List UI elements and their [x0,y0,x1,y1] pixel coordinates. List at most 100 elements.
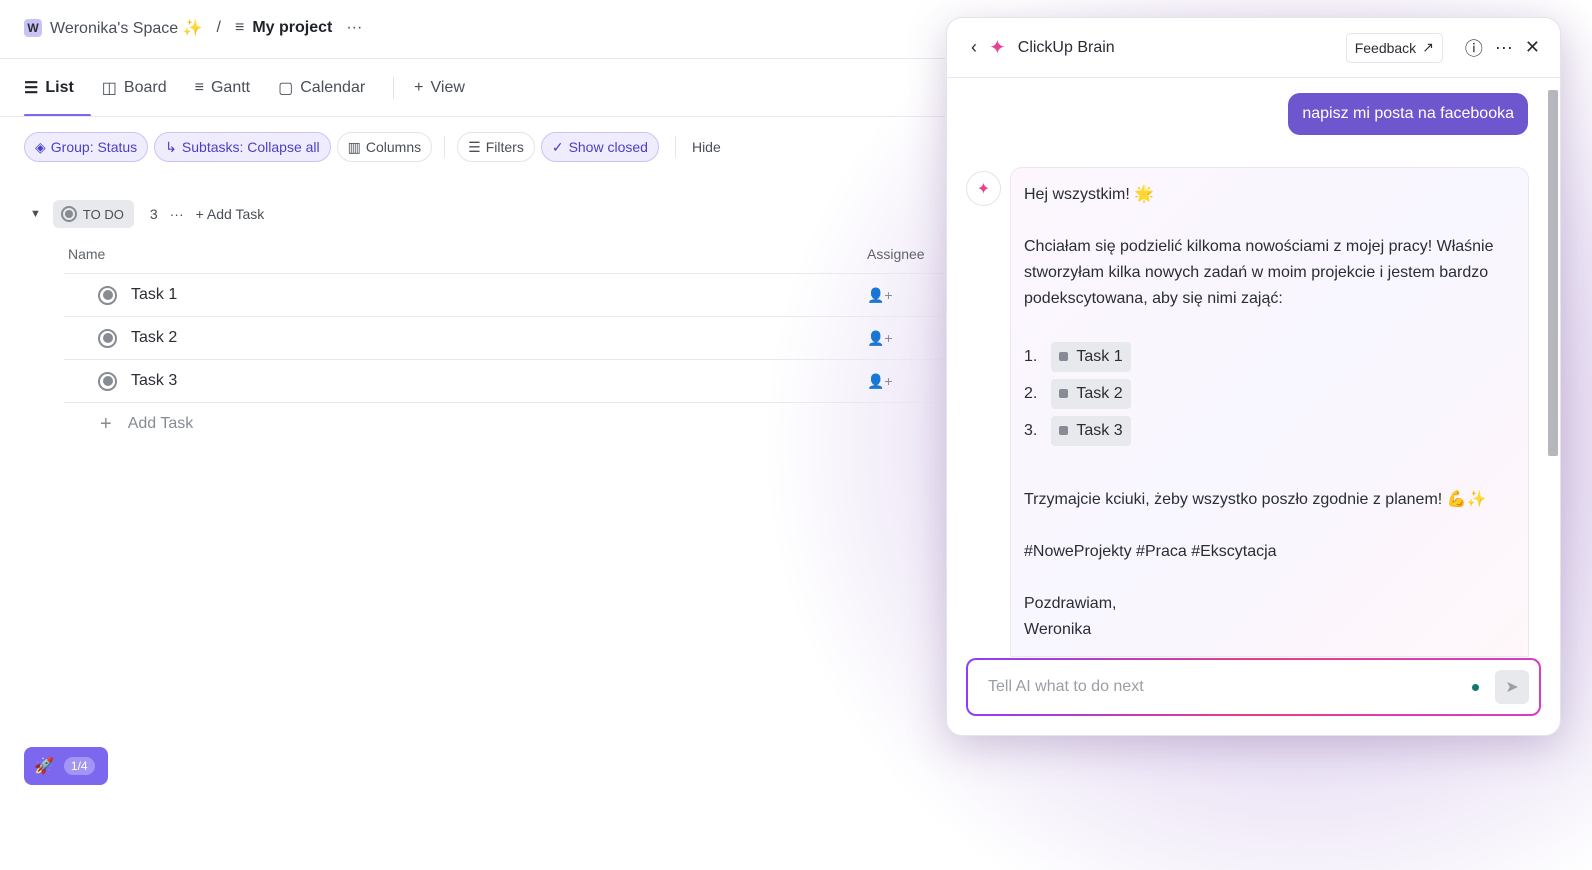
tab-calendar[interactable]: ▢ Calendar [278,74,365,102]
list-item: 2. Task 2 [1024,375,1515,412]
more-icon[interactable]: ··· [1495,37,1513,58]
plus-icon: + [414,79,424,96]
task-chip[interactable]: Task 1 [1051,341,1131,372]
board-icon: ◫ [101,80,117,97]
onboarding-progress: 1/4 [63,757,95,775]
brain-sparkle-icon: ✦ [976,180,991,198]
table-row[interactable]: Task 3 👤+ [64,359,945,402]
divider [444,136,446,158]
info-icon[interactable]: ⓘ [1465,35,1483,61]
view-tabs: ☰ List ◫ Board ≡ Gantt ▢ Calendar + View [24,74,465,102]
breadcrumb-project[interactable]: My project [252,19,332,37]
divider [0,58,945,59]
panel-header: ‹ ✦ ClickUp Brain Feedback ↗ ⓘ ··· ✕ [947,18,1560,78]
status-dot-icon [1472,683,1479,691]
check-circle-icon: ✓ [551,138,564,155]
onboarding-button[interactable]: 🚀 1/4 [24,747,108,785]
toolbar: ◈ Group: Status ↳ Subtasks: Collapse all ▥… [24,132,721,162]
task-list: 1. Task 1 2. Task 2 3. Task 3 [1024,338,1515,449]
item-number: 3. [1024,421,1038,439]
reply-greeting: Hej wszystkim! 🌟 [1024,186,1155,203]
status-icon [60,206,77,222]
more-icon[interactable]: ··· [170,206,184,222]
tab-label: View [430,79,465,96]
subtasks-icon: ↳ [165,138,177,155]
more-icon[interactable]: ··· [346,19,362,37]
button-label: Filters [485,139,524,155]
task-chip[interactable]: Task 3 [1051,415,1131,446]
rocket-icon: 🚀 [34,758,54,775]
tab-board[interactable]: ◫ Board [102,74,167,102]
send-icon: ➤ [1505,679,1519,696]
add-assignee-icon[interactable]: 👤+ [867,287,893,304]
item-number: 2. [1024,384,1038,402]
breadcrumb: W Weronika's Space ✨ / ≡ My project ··· [24,16,362,40]
list-item: 3. Task 3 [1024,412,1515,449]
reply-signoff: Pozdrawiam, [1024,595,1117,612]
button-label: Feedback [1354,39,1417,56]
status-icon[interactable] [98,285,117,305]
calendar-icon: ▢ [278,80,294,97]
plus-icon: + [195,206,207,222]
status-badge[interactable]: TO DO [52,200,134,228]
add-task-header-button[interactable]: + Add Task [196,206,265,222]
hide-button[interactable]: Hide [692,139,721,155]
gantt-icon: ≡ [194,79,204,96]
subtasks-button[interactable]: ↳ Subtasks: Collapse all [154,132,331,162]
task-chip[interactable]: Task 2 [1051,378,1131,409]
tab-label: Calendar [300,79,366,96]
add-view-button[interactable]: + View [414,74,465,102]
panel-title: ClickUp Brain [1017,38,1115,56]
space-avatar: W [24,19,42,37]
divider [0,116,945,117]
add-task-row[interactable]: + Add Task [64,402,945,445]
close-icon[interactable]: ✕ [1525,37,1540,58]
clickup-brain-panel: ‹ ✦ ClickUp Brain Feedback ↗ ⓘ ··· ✕ napi… [946,17,1561,736]
status-icon[interactable] [98,371,117,391]
table-row[interactable]: Task 1 👤+ [64,273,945,316]
task-name[interactable]: Task 1 [131,286,177,304]
plus-icon: + [100,412,112,435]
scrollbar[interactable] [1548,90,1558,456]
tab-gantt[interactable]: ≡ Gantt [195,74,250,102]
back-icon[interactable]: ‹ [971,37,977,58]
column-name[interactable]: Name [68,246,105,262]
list-icon: ☰ [24,80,39,97]
task-count: 3 [149,206,158,222]
list-item: 1. Task 1 [1024,338,1515,375]
collapse-caret-icon[interactable]: ▼ [30,208,41,220]
status-label: TO DO [82,206,124,222]
feedback-button[interactable]: Feedback ↗ [1345,32,1443,63]
status-group-header: ▼ TO DO 3 ··· + Add Task [30,200,264,228]
ai-prompt-input[interactable] [988,678,1472,696]
brain-sparkle-icon: ✦ [989,37,1006,59]
reply-name: Weronika [1024,621,1092,638]
add-assignee-icon[interactable]: 👤+ [867,373,893,390]
column-assignee[interactable]: Assignee [867,246,925,262]
add-assignee-icon[interactable]: 👤+ [867,330,893,347]
item-number: 1. [1024,347,1038,365]
layers-icon: ◈ [35,138,46,155]
tab-label: List [45,79,74,96]
columns-button[interactable]: ▥ Columns [336,132,433,162]
tab-list[interactable]: ☰ List [24,74,74,102]
divider [393,77,395,99]
task-name[interactable]: Task 2 [131,329,177,347]
send-button[interactable]: ➤ [1495,670,1529,704]
breadcrumb-space[interactable]: Weronika's Space ✨ [50,18,203,38]
list-icon: ≡ [234,19,245,36]
show-closed-button[interactable]: ✓ Show closed [540,132,659,162]
status-icon[interactable] [98,328,117,348]
table-row[interactable]: Task 2 👤+ [64,316,945,359]
group-status-button[interactable]: ◈ Group: Status [24,132,149,162]
tab-label: Board [123,79,167,96]
ai-avatar: ✦ [966,171,1001,206]
button-label: Subtasks: Collapse all [181,139,320,155]
filters-button[interactable]: ☰ Filters [457,132,535,162]
reply-outro: Trzymajcie kciuki, żeby wszystko poszło … [1024,491,1487,508]
ai-reply: Hej wszystkim! 🌟 Chciałam się podzielić … [1010,167,1529,657]
task-name[interactable]: Task 3 [131,372,177,390]
filter-icon: ☰ [468,138,481,155]
user-message: napisz mi posta na facebooka [1288,93,1528,135]
columns-icon: ▥ [347,138,361,155]
